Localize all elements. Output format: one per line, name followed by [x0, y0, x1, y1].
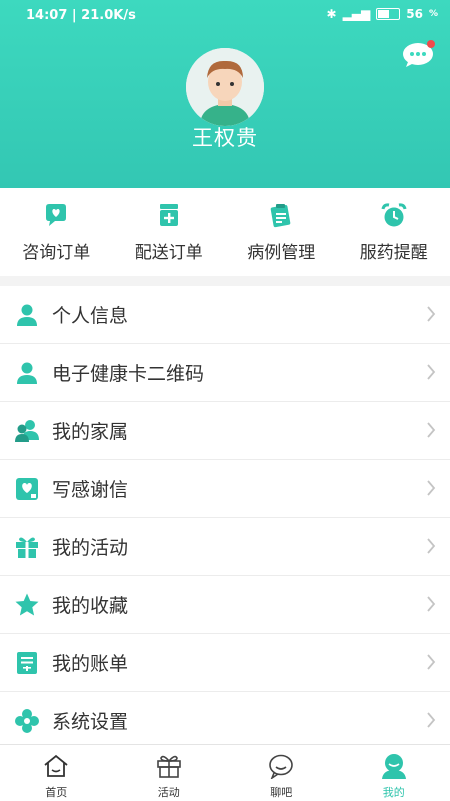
- alarm-icon: [381, 202, 407, 228]
- chat-icon: [267, 753, 295, 779]
- status-icons: ✱ ▂▄▆ 56%: [327, 7, 438, 21]
- quick-actions: 咨询订单 配送订单 病例管理 服药提醒: [0, 188, 450, 276]
- tab-label: 我的: [338, 784, 450, 800]
- tab-label: 活动: [113, 784, 226, 800]
- chevron-right-icon: [426, 654, 436, 670]
- settings-icon: [14, 708, 40, 734]
- chevron-right-icon: [426, 480, 436, 496]
- avatar[interactable]: [186, 48, 264, 126]
- status-time-speed: 14:07 | 21.0K/s: [26, 8, 136, 23]
- tab-mine[interactable]: 我的: [338, 745, 450, 801]
- menu-thank-you-letter[interactable]: 写感谢信: [0, 460, 450, 518]
- chevron-right-icon: [426, 306, 436, 322]
- menu-list: 个人信息 电子健康卡二维码 我的家属 写感谢信: [0, 286, 450, 750]
- letter-icon: [14, 476, 40, 502]
- menu-my-family[interactable]: 我的家属: [0, 402, 450, 460]
- consult-icon: [43, 202, 69, 228]
- quick-delivery-orders[interactable]: 配送订单: [113, 188, 226, 276]
- person-icon: [14, 302, 40, 328]
- delivery-icon: [156, 202, 182, 228]
- home-icon: [42, 753, 70, 779]
- chevron-right-icon: [426, 596, 436, 612]
- battery-level: 56: [406, 7, 423, 21]
- quick-label: 服药提醒: [338, 238, 450, 263]
- menu-label: 写感谢信: [52, 475, 128, 502]
- menu-system-settings[interactable]: 系统设置: [0, 692, 450, 750]
- bluetooth-icon: ✱: [327, 7, 337, 21]
- signal-icon: ▂▄▆: [343, 7, 371, 21]
- quick-consult-orders[interactable]: 咨询订单: [0, 188, 113, 276]
- menu-label: 系统设置: [52, 707, 128, 734]
- menu-label: 我的账单: [52, 649, 128, 676]
- menu-label: 我的收藏: [52, 591, 128, 618]
- avatar-face-icon: [186, 48, 264, 126]
- tab-activities[interactable]: 活动: [113, 745, 226, 801]
- bill-icon: [14, 650, 40, 676]
- tab-label: 聊吧: [225, 784, 338, 800]
- family-icon: [14, 418, 40, 444]
- chevron-right-icon: [426, 712, 436, 728]
- user-avatar-icon: [380, 753, 408, 779]
- menu-health-card-qr[interactable]: 电子健康卡二维码: [0, 344, 450, 402]
- quick-label: 咨询订单: [0, 238, 113, 263]
- menu-personal-info[interactable]: 个人信息: [0, 286, 450, 344]
- quick-label: 配送订单: [113, 238, 226, 263]
- tab-home[interactable]: 首页: [0, 745, 113, 801]
- profile-header: 14:07 | 21.0K/s ✱ ▂▄▆ 56% 王权贵: [0, 0, 450, 188]
- battery-icon: [376, 8, 400, 20]
- gift-icon: [155, 753, 183, 779]
- chevron-right-icon: [426, 538, 436, 554]
- user-name: 王权贵: [0, 122, 450, 152]
- status-bar: 14:07 | 21.0K/s ✱ ▂▄▆ 56%: [0, 0, 450, 32]
- menu-label: 电子健康卡二维码: [52, 359, 204, 386]
- menu-label: 个人信息: [52, 301, 128, 328]
- gift-icon: [14, 534, 40, 560]
- message-icon[interactable]: [402, 40, 436, 68]
- menu-my-activities[interactable]: 我的活动: [0, 518, 450, 576]
- menu-my-favorites[interactable]: 我的收藏: [0, 576, 450, 634]
- person-icon: [14, 360, 40, 386]
- quick-case-management[interactable]: 病例管理: [225, 188, 338, 276]
- case-icon: [268, 202, 294, 228]
- bottom-tab-bar: 首页 活动 聊吧 我的: [0, 744, 450, 801]
- tab-chat[interactable]: 聊吧: [225, 745, 338, 801]
- chevron-right-icon: [426, 422, 436, 438]
- menu-my-bills[interactable]: 我的账单: [0, 634, 450, 692]
- quick-medication-reminder[interactable]: 服药提醒: [338, 188, 450, 276]
- quick-label: 病例管理: [225, 238, 338, 263]
- star-icon: [14, 592, 40, 618]
- menu-label: 我的家属: [52, 417, 128, 444]
- menu-label: 我的活动: [52, 533, 128, 560]
- tab-label: 首页: [0, 784, 113, 800]
- chevron-right-icon: [426, 364, 436, 380]
